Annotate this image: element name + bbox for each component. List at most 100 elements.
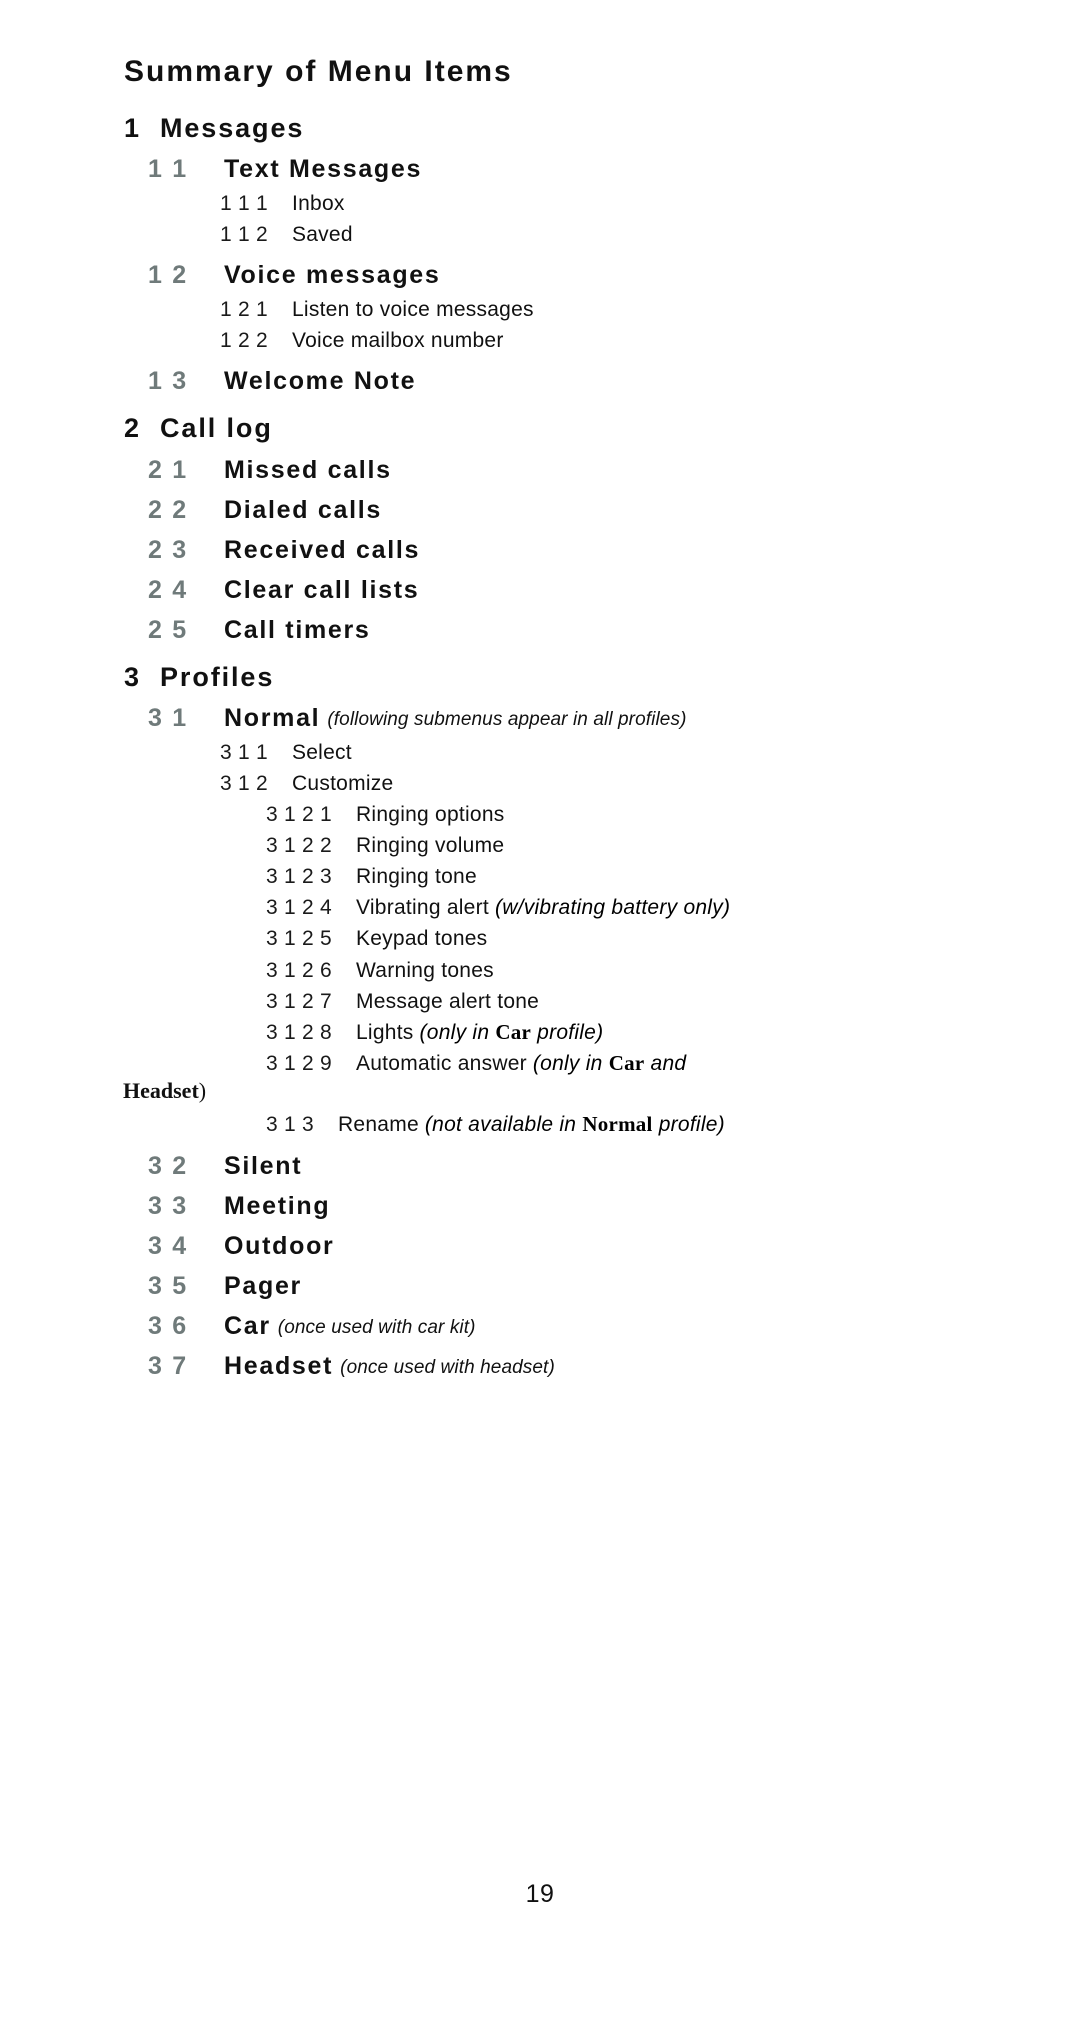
menu-item-message-alert-tone: 3 1 2 7 Message alert tone [124,986,970,1017]
menu-label: Automatic answer [356,1051,527,1075]
menu-number: 2 4 [148,575,188,604]
menu-note: (only in Car and [533,1048,686,1079]
menu-label: Call timers [224,615,371,644]
menu-label: Welcome Note [224,367,417,396]
menu-item-saved: 1 1 2 Saved [124,219,970,250]
menu-label: Vibrating alert [356,896,489,920]
menu-number: 3 [124,661,141,692]
menu-label: Meeting [224,1191,331,1220]
menu-item-ringing-options: 3 1 2 1 Ringing options [124,799,970,830]
menu-label: Rename [338,1113,419,1137]
menu-item-keypad-tones: 3 1 2 5 Keypad tones [124,923,970,954]
note-prefix: (only in [532,1051,609,1075]
menu-label: Received calls [224,535,421,564]
menu-item-pager: 3 5 Pager [124,1271,970,1301]
menu-label: Missed calls [224,455,392,484]
menu-number: 1 1 [148,154,188,183]
note-prefix: (only in [419,1020,496,1044]
menu-number: 1 [124,112,141,143]
menu-number: 3 1 [148,703,188,732]
page-title: Summary of Menu Items [124,55,513,88]
menu-number: 3 4 [148,1231,188,1260]
menu-number: 1 2 [148,261,188,290]
menu-number: 2 5 [148,615,188,644]
menu-label: Voice mailbox number [292,329,504,353]
menu-label: Lights [356,1020,414,1044]
menu-number: 3 6 [148,1311,188,1340]
note-profile-name-headset: Headset [123,1077,199,1103]
document-page: Summary of Menu Items 1 Messages 1 1 Tex… [0,0,1080,2039]
note-profile-name: Normal [582,1112,653,1137]
menu-number: 3 1 2 4 [266,896,332,920]
menu-number: 2 [124,413,141,444]
note-suffix: profile) [652,1113,725,1137]
note-suffix: profile) [531,1020,604,1044]
menu-number: 2 3 [148,535,188,564]
menu-item-select: 3 1 1 Select [124,737,970,768]
menu-number: 3 1 2 1 [266,803,332,827]
menu-item-clear-call-lists: 2 4 Clear call lists [124,575,970,605]
menu-label: Ringing options [356,803,505,827]
menu-number: 1 1 1 [220,191,268,215]
menu-note: (not available in Normal profile) [425,1109,725,1140]
menu-item-meeting: 3 3 Meeting [124,1191,970,1221]
menu-item-call-timers: 2 5 Call timers [124,615,970,645]
menu-number: 1 1 2 [220,222,268,246]
menu-label: Ringing tone [356,865,477,889]
menu-item-voice-messages: 1 2 Voice messages [124,260,970,290]
note-prefix: (not available in [424,1113,583,1137]
menu-item-silent: 3 2 Silent [124,1151,970,1181]
menu-item-listen-voice-messages: 1 2 1 Listen to voice messages [124,294,970,325]
menu-item-voice-mailbox-number: 1 2 2 Voice mailbox number [124,325,970,356]
menu-item-car: 3 6 Car (once used with car kit) [124,1311,970,1341]
menu-label: Customize [292,772,394,796]
menu-number: 3 1 2 5 [266,927,332,951]
menu-label: Dialed calls [224,495,382,524]
menu-item-call-log: 2 Call log [124,412,970,444]
menu-number: 3 1 2 7 [266,989,332,1013]
menu-item-headset: 3 7 Headset (once used with headset) [124,1351,970,1381]
menu-number: 3 1 2 8 [266,1020,332,1044]
menu-number: 3 1 2 [220,772,268,796]
menu-number: 3 1 2 6 [266,958,332,982]
menu-item-welcome-note: 1 3 Welcome Note [124,366,970,396]
menu-number: 3 2 [148,1151,188,1180]
menu-note: (w/vibrating battery only) [494,896,731,920]
menu-label: Select [292,740,352,764]
menu-label: Pager [224,1271,302,1300]
menu-item-vibrating-alert: 3 1 2 4 Vibrating alert (w/vibrating bat… [124,892,970,923]
note-profile-name-car: Car [608,1050,645,1075]
menu-label: Clear call lists [224,575,420,604]
menu-number: 3 7 [148,1351,188,1380]
menu-item-lights: 3 1 2 8 Lights (only in Car profile) [124,1017,970,1048]
menu-item-normal: 3 1 Normal (following submenus appear in… [124,703,970,733]
note-profile-name: Car [495,1019,532,1044]
menu-label: Silent [224,1151,303,1180]
menu-item-profiles: 3 Profiles [124,661,970,693]
menu-item-missed-calls: 2 1 Missed calls [124,455,970,485]
page-number: 19 [525,1880,555,1908]
menu-number: 3 1 2 2 [266,834,332,858]
menu-item-text-messages: 1 1 Text Messages [124,154,970,184]
menu-number: 3 1 3 [266,1113,314,1137]
menu-label: Normal [224,703,321,732]
menu-note: (once used with car kit) [277,1316,476,1338]
menu-item-warning-tones: 3 1 2 6 Warning tones [124,955,970,986]
menu-label: Call log [160,413,273,444]
note-suffix: ) [198,1077,207,1103]
menu-item-rename: 3 1 3 Rename (not available in Normal pr… [124,1109,970,1140]
menu-number: 3 1 2 3 [266,865,332,889]
menu-item-received-calls: 2 3 Received calls [124,535,970,565]
menu-item-customize: 3 1 2 Customize [124,768,970,799]
menu-label: Outdoor [224,1231,335,1260]
menu-label: Keypad tones [356,927,488,951]
menu-item-ringing-volume: 3 1 2 2 Ringing volume [124,830,970,861]
menu-label: Saved [292,222,353,246]
menu-label: Inbox [292,191,345,215]
menu-note-continuation: Headset) [123,1077,970,1106]
menu-label: Voice messages [224,261,441,290]
menu-item-ringing-tone: 3 1 2 3 Ringing tone [124,861,970,892]
menu-number: 2 2 [148,495,188,524]
menu-item-automatic-answer: 3 1 2 9 Automatic answer (only in Car an… [124,1048,970,1079]
menu-note: (following submenus appear in all profil… [327,708,687,730]
